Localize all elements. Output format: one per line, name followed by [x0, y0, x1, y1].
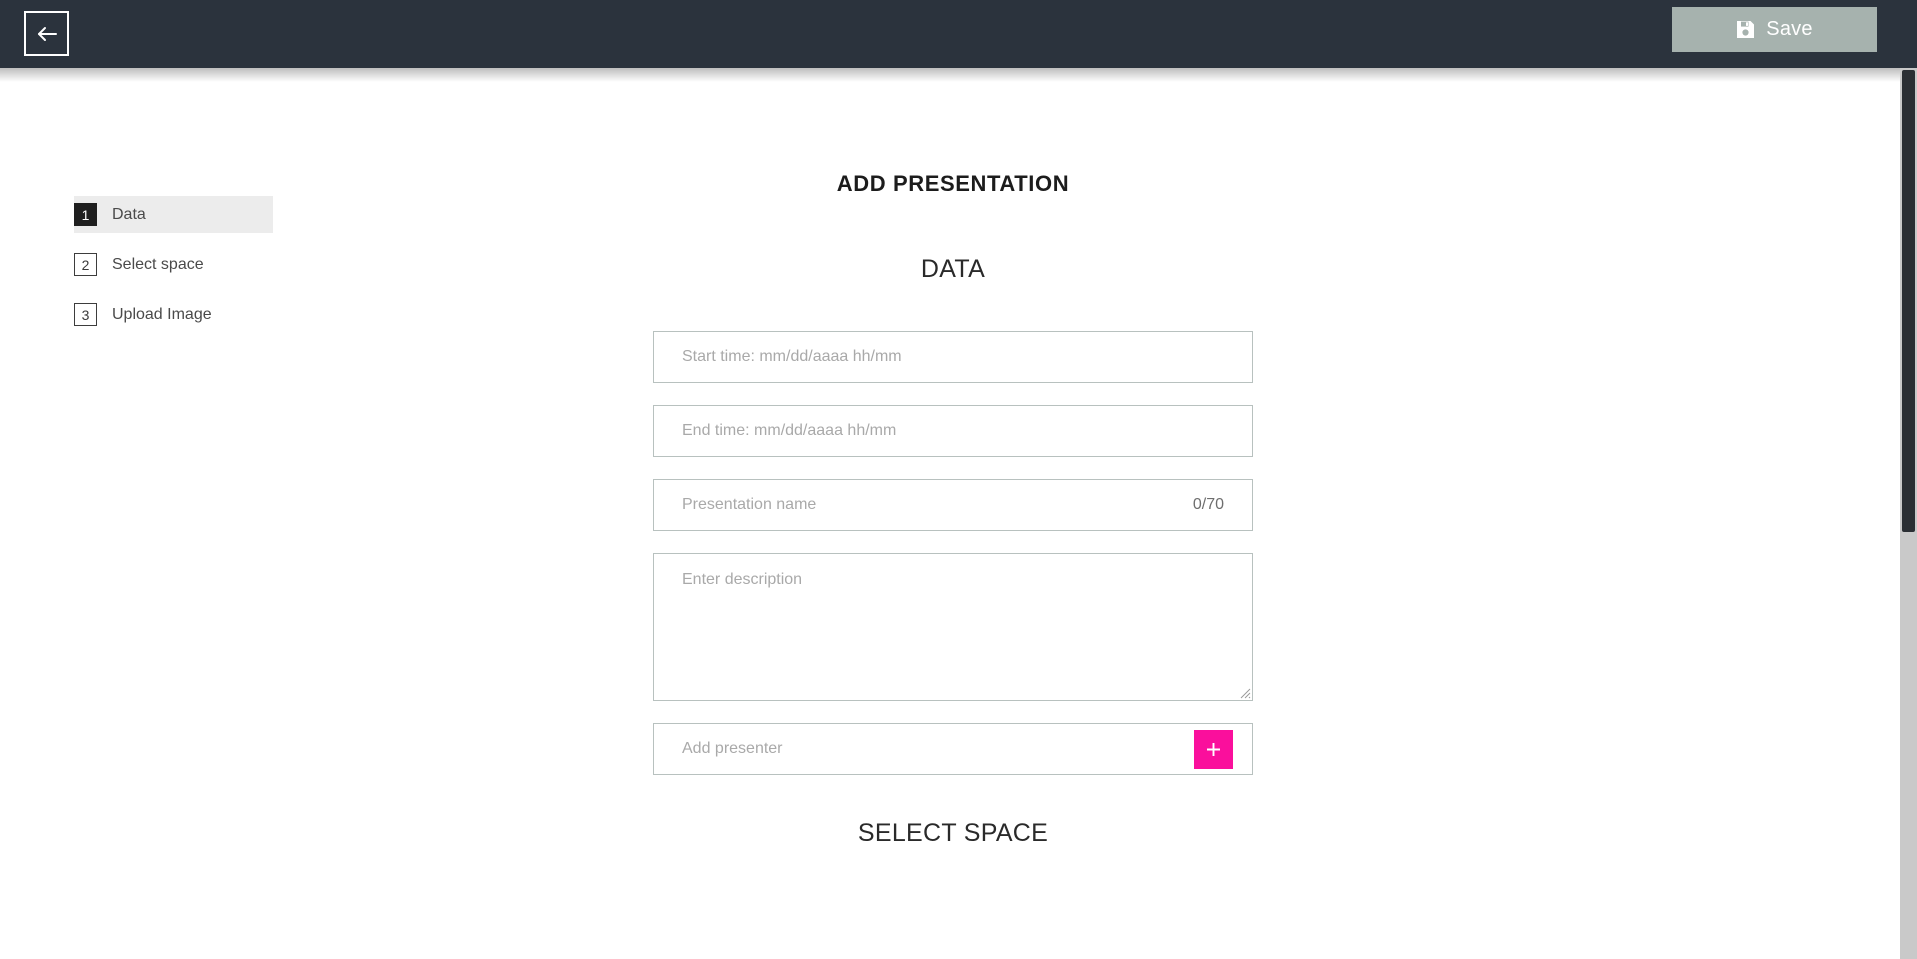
- save-button-label: Save: [1766, 18, 1813, 40]
- sidebar-item-label: Data: [112, 205, 146, 223]
- step-number-badge: 3: [74, 303, 97, 326]
- presentation-name-field[interactable]: Presentation name 0/70: [653, 479, 1253, 531]
- form-column: ADD PRESENTATION DATA Start time: mm/dd/…: [653, 68, 1253, 869]
- save-button[interactable]: Save: [1672, 7, 1877, 52]
- start-time-placeholder[interactable]: Start time: mm/dd/aaaa hh/mm: [654, 348, 1252, 366]
- step-number-badge: 1: [74, 203, 97, 226]
- sidebar-item-label: Select space: [112, 255, 204, 273]
- presentation-name-placeholder[interactable]: Presentation name: [654, 496, 1193, 514]
- end-time-field[interactable]: End time: mm/dd/aaaa hh/mm: [653, 405, 1253, 457]
- page-scrollbar-thumb[interactable]: [1902, 70, 1915, 532]
- page-title: ADD PRESENTATION: [836, 171, 1070, 196]
- save-floppy-icon: [1736, 20, 1755, 39]
- sidebar-item-data[interactable]: 1 Data: [74, 196, 273, 233]
- sidebar-item-select-space[interactable]: 2 Select space: [74, 246, 274, 283]
- back-button[interactable]: [24, 11, 69, 56]
- add-presenter-placeholder[interactable]: Add presenter: [654, 740, 1252, 758]
- page-body: 1 Data 2 Select space 3 Upload Image ADD…: [0, 68, 1900, 959]
- arrow-left-icon: [36, 25, 58, 43]
- start-time-field[interactable]: Start time: mm/dd/aaaa hh/mm: [653, 331, 1253, 383]
- top-bar: Save: [0, 0, 1917, 68]
- end-time-placeholder[interactable]: End time: mm/dd/aaaa hh/mm: [654, 422, 1252, 440]
- description-field[interactable]: Enter description: [653, 553, 1253, 701]
- add-presenter-button[interactable]: [1194, 730, 1233, 769]
- character-counter: 0/70: [1192, 496, 1224, 513]
- step-number-badge: 2: [74, 253, 97, 276]
- sidebar-item-label: Upload Image: [112, 305, 212, 323]
- resize-handle[interactable]: [1237, 685, 1251, 699]
- add-presenter-field[interactable]: Add presenter: [653, 723, 1253, 775]
- section-heading-data: DATA: [920, 255, 986, 283]
- stepper-sidebar: 1 Data 2 Select space 3 Upload Image: [74, 196, 274, 346]
- description-placeholder[interactable]: Enter description: [682, 571, 802, 589]
- plus-icon: [1205, 741, 1222, 758]
- sidebar-item-upload-image[interactable]: 3 Upload Image: [74, 296, 274, 333]
- section-heading-select-space: SELECT SPACE: [857, 819, 1049, 847]
